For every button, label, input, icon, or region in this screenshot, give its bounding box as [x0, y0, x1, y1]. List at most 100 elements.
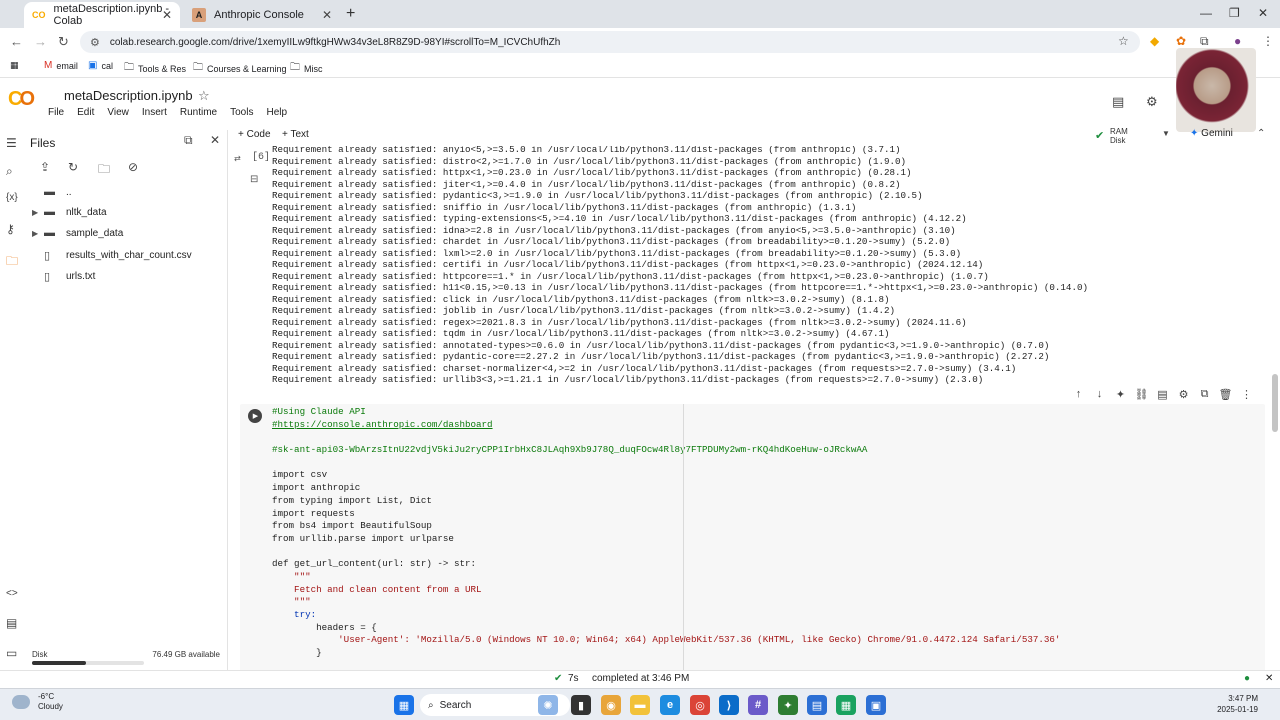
menu-view[interactable]: View [107, 107, 129, 118]
terminal-icon[interactable]: ▭ [6, 646, 17, 660]
move-down-icon[interactable]: ↓ [1089, 388, 1110, 401]
extensions-puzzle-icon[interactable]: ⧉ [1200, 34, 1209, 49]
mirror-cell-icon[interactable]: ⧉ [1194, 388, 1215, 401]
notebook-title[interactable]: metaDescription.ipynb [64, 88, 193, 103]
profile-avatar[interactable]: ● [1234, 34, 1241, 48]
run-cell-button[interactable]: ▶ [248, 409, 262, 423]
app-icon[interactable]: ✦ [778, 695, 798, 715]
tab-colab[interactable]: CO metaDescription.ipynb - Colab ✕ [24, 2, 180, 28]
cloud-icon [12, 695, 30, 709]
tab-anthropic[interactable]: A Anthropic Console ✕ [184, 2, 340, 28]
collapse-icon[interactable]: ⌃ [1257, 128, 1265, 139]
new-tab-button[interactable]: + [346, 5, 355, 23]
settings-gear-icon[interactable]: ⚙ [1146, 94, 1158, 110]
minimize-icon[interactable]: — [1200, 6, 1212, 20]
files-folder-icon[interactable]: 🗀 [6, 252, 18, 273]
bookmark-star-icon[interactable]: ☆ [1118, 34, 1129, 48]
gemini-button[interactable]: ✦ Gemini [1190, 128, 1233, 139]
weather-widget[interactable]: -6°C Cloudy [12, 692, 63, 712]
url-field[interactable]: ⚙ colab.research.google.com/drive/1xemyI… [80, 31, 1140, 53]
copilot-app-icon[interactable]: ◉ [601, 695, 621, 715]
browser-menu-icon[interactable]: ⋮ [1262, 34, 1274, 48]
upload-file-icon[interactable]: ⇪ [40, 160, 50, 174]
reload-icon[interactable]: ↻ [58, 34, 69, 50]
close-icon[interactable]: ✕ [1265, 673, 1273, 684]
scrollbar[interactable] [1272, 374, 1278, 432]
task-view-icon[interactable]: ▮ [571, 695, 591, 715]
output-line: Requirement already satisfied: httpcore=… [272, 270, 989, 282]
list-item[interactable]: ▯ results_with_char_count.csv [32, 249, 192, 262]
system-clock[interactable]: 3:47 PM 2025-01-19 [1217, 693, 1258, 715]
resource-monitor[interactable]: RAM Disk [1110, 127, 1128, 145]
list-item[interactable]: ▶ ▬ sample_data [32, 227, 123, 239]
delete-icon[interactable]: 🗑 [1215, 388, 1236, 401]
menu-help[interactable]: Help [266, 107, 287, 118]
refresh-icon[interactable]: ↻ [68, 160, 78, 174]
link-icon[interactable]: ⛓ [1131, 388, 1152, 401]
back-icon[interactable]: ← [10, 34, 23, 49]
close-icon[interactable]: ✕ [210, 133, 220, 147]
file-explorer-icon[interactable]: ▬ [630, 695, 650, 715]
output-line: Requirement already satisfied: pydantic<… [272, 190, 923, 201]
mount-drive-icon[interactable]: 🗀 [98, 160, 110, 181]
menu-file[interactable]: File [48, 107, 64, 118]
list-item[interactable]: ▶ ▬ nltk_data [32, 206, 107, 218]
clear-output-icon[interactable]: ⊟ [250, 174, 258, 185]
vscode-icon[interactable]: ⟩ [719, 695, 739, 715]
add-code-button[interactable]: + Code [238, 129, 271, 140]
copilot-icon[interactable]: ✺ [538, 695, 558, 715]
bookmark-misc[interactable]: 🗀 Misc [290, 60, 323, 77]
menu-tools[interactable]: Tools [230, 107, 253, 118]
colab-logo[interactable]: CO [8, 88, 35, 111]
chevron-right-icon[interactable]: ▶ [32, 229, 44, 238]
chevron-right-icon[interactable]: ▶ [32, 208, 44, 217]
code-snippets-icon[interactable]: <> [6, 588, 18, 599]
bookmark-tools[interactable]: 🗀 Tools & Res [124, 60, 186, 77]
move-up-icon[interactable]: ↑ [1068, 388, 1089, 401]
comment-icon[interactable]: ▤ [1152, 388, 1173, 401]
open-in-tab-icon[interactable]: ⧉ [184, 133, 193, 148]
code-cell[interactable]: ▶ #Using Claude API #https://console.anth… [240, 404, 1265, 670]
window-close-icon[interactable]: ✕ [1258, 6, 1268, 20]
comments-icon[interactable]: ▤ [1112, 94, 1124, 110]
app-icon[interactable]: ▤ [807, 695, 827, 715]
chevron-down-icon[interactable]: ▼ [1162, 129, 1170, 138]
list-item[interactable]: ▬.. [32, 186, 72, 198]
menu-edit[interactable]: Edit [77, 107, 94, 118]
site-info-icon[interactable]: ⚙ [90, 36, 100, 49]
more-icon[interactable]: ⋮ [1236, 388, 1257, 401]
list-item[interactable]: ▯ urls.txt [32, 270, 95, 283]
extension-icon[interactable]: ✿ [1176, 34, 1186, 48]
edge-icon[interactable]: e [660, 695, 680, 715]
apps-icon[interactable]: ▦ [10, 60, 19, 71]
extension-icon[interactable]: ◆ [1150, 34, 1159, 48]
close-icon[interactable]: ✕ [162, 8, 172, 22]
output-line: Requirement already satisfied: typing-ex… [272, 213, 967, 224]
hide-files-icon[interactable]: ⊘ [128, 160, 138, 174]
start-menu-icon[interactable]: ▦ [394, 695, 414, 715]
add-text-button[interactable]: + Text [282, 129, 309, 140]
close-icon[interactable]: ✕ [322, 8, 332, 22]
bookmark-email[interactable]: Memail [44, 60, 78, 71]
chrome-icon[interactable]: ◎ [690, 695, 710, 715]
output-line: Requirement already satisfied: tqdm in /… [272, 328, 890, 339]
variables-icon[interactable]: {x} [6, 192, 18, 203]
sheets-icon[interactable]: ▦ [836, 695, 856, 715]
toc-icon[interactable]: ☰ [6, 136, 17, 150]
command-palette-icon[interactable]: ▤ [6, 616, 17, 630]
app-icon[interactable]: ▣ [866, 695, 886, 715]
secrets-key-icon[interactable]: ⚷ [6, 222, 15, 236]
slack-icon[interactable]: # [748, 695, 768, 715]
restore-icon[interactable]: ❐ [1229, 6, 1240, 20]
bookmark-courses[interactable]: 🗀 Courses & Learning [193, 60, 287, 77]
output-actions-icon[interactable]: ⇄ [234, 154, 241, 163]
forward-icon[interactable]: → [34, 34, 47, 49]
gemini-cell-icon[interactable]: ✦ [1110, 388, 1131, 401]
menu-insert[interactable]: Insert [142, 107, 167, 118]
star-icon[interactable]: ☆ [198, 88, 210, 104]
bookmark-cal[interactable]: ▣ cal [88, 60, 113, 71]
code-editor[interactable]: #Using Claude API #https://console.anthro… [272, 406, 1060, 660]
settings-gear-icon[interactable]: ⚙ [1173, 388, 1194, 401]
search-icon[interactable]: ⌕ [6, 164, 13, 179]
menu-runtime[interactable]: Runtime [180, 107, 217, 118]
